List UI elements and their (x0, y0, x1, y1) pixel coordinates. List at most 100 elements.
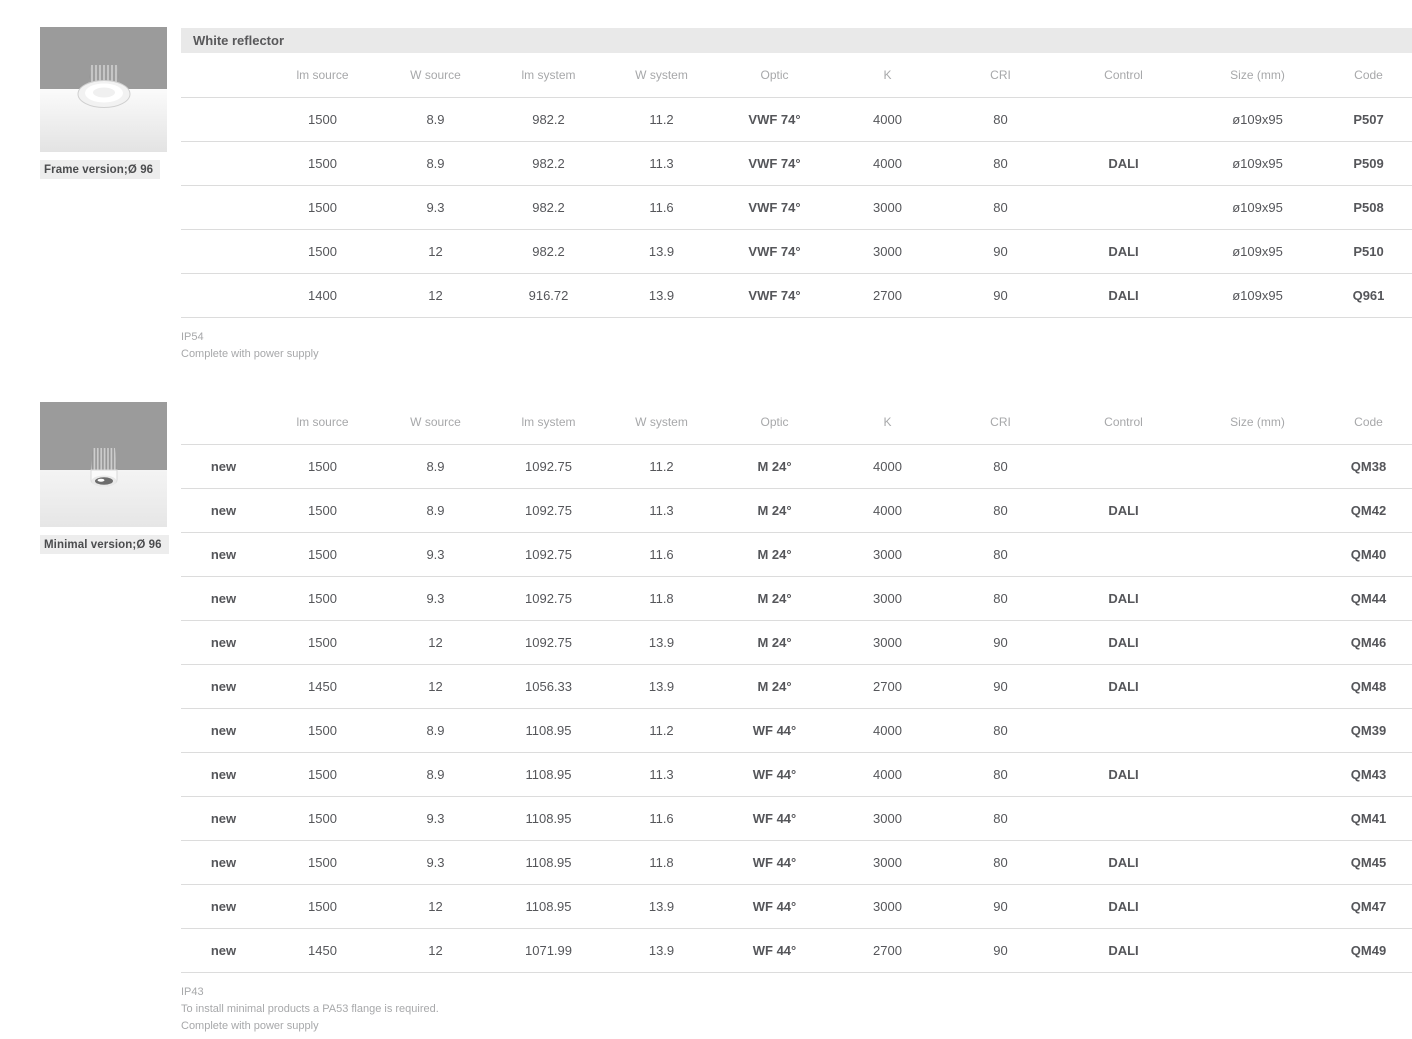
cell-optic: M 24° (718, 489, 831, 533)
note-ip-rating: IP43 (181, 984, 1412, 1001)
column-header: K (831, 401, 944, 445)
cell-w-system: 13.9 (605, 273, 718, 317)
cell-k: 3000 (831, 797, 944, 841)
frame-version-figure: Frame version;Ø 96 (40, 27, 167, 179)
cell-new-badge: new (181, 577, 266, 621)
minimal-version-figure: Minimal version;Ø 96 (40, 402, 167, 554)
column-header: lm source (266, 401, 379, 445)
cell-size (1190, 885, 1325, 929)
cell-w-system: 13.9 (605, 621, 718, 665)
frame-version-spec-table: lm sourceW sourcelm systemW systemOpticK… (181, 53, 1412, 318)
cell-w-source: 8.9 (379, 97, 492, 141)
cell-size: ø109x95 (1190, 141, 1325, 185)
table-row: new1500121092.7513.9M 24°300090DALIQM46 (181, 621, 1412, 665)
cell-lm-source: 1500 (266, 489, 379, 533)
cell-optic: WF 44° (718, 753, 831, 797)
cell-lm-source: 1500 (266, 841, 379, 885)
cell-w-source: 12 (379, 929, 492, 973)
cell-cri: 80 (944, 841, 1057, 885)
cell-lm-source: 1450 (266, 929, 379, 973)
cell-size: ø109x95 (1190, 185, 1325, 229)
cell-lm-system: 982.2 (492, 141, 605, 185)
cell-lm-system: 1092.75 (492, 445, 605, 489)
cell-control (1057, 185, 1190, 229)
minimal-version-spec-table: lm sourceW sourcelm systemW systemOpticK… (181, 401, 1412, 974)
cell-optic: WF 44° (718, 885, 831, 929)
cell-lm-source: 1500 (266, 445, 379, 489)
cell-code: QM40 (1325, 533, 1412, 577)
cell-control: DALI (1057, 229, 1190, 273)
cell-w-system: 11.3 (605, 753, 718, 797)
cell-cri: 80 (944, 797, 1057, 841)
cell-w-system: 11.3 (605, 141, 718, 185)
cell-k: 4000 (831, 709, 944, 753)
cell-size (1190, 929, 1325, 973)
cell-cri: 90 (944, 885, 1057, 929)
table-row: new15008.91108.9511.3WF 44°400080DALIQM4… (181, 753, 1412, 797)
cell-new-badge (181, 273, 266, 317)
cell-control: DALI (1057, 841, 1190, 885)
cell-w-source: 12 (379, 229, 492, 273)
cell-lm-source: 1400 (266, 273, 379, 317)
cell-w-source: 12 (379, 273, 492, 317)
cell-code: QM44 (1325, 577, 1412, 621)
table-row: new15009.31092.7511.8M 24°300080DALIQM44 (181, 577, 1412, 621)
cell-size (1190, 797, 1325, 841)
note-flange-requirement: To install minimal products a PA53 flang… (181, 1001, 1412, 1018)
cell-lm-source: 1500 (266, 97, 379, 141)
cell-size (1190, 841, 1325, 885)
column-header: W system (605, 401, 718, 445)
cell-optic: M 24° (718, 665, 831, 709)
cell-k: 4000 (831, 97, 944, 141)
cell-size (1190, 489, 1325, 533)
cell-w-system: 13.9 (605, 229, 718, 273)
column-header: W source (379, 53, 492, 97)
column-header: W system (605, 53, 718, 97)
cell-code: QM48 (1325, 665, 1412, 709)
cell-code: P507 (1325, 97, 1412, 141)
cell-k: 2700 (831, 929, 944, 973)
cell-size (1190, 533, 1325, 577)
cell-lm-system: 1108.95 (492, 753, 605, 797)
table-row: 15008.9982.211.3VWF 74°400080DALIø109x95… (181, 141, 1412, 185)
cell-control: DALI (1057, 885, 1190, 929)
column-header: Control (1057, 53, 1190, 97)
column-header: Size (mm) (1190, 53, 1325, 97)
section-spacer (181, 363, 1412, 401)
cell-cri: 80 (944, 577, 1057, 621)
cell-cri: 80 (944, 185, 1057, 229)
figure-caption: Frame version;Ø 96 (40, 160, 160, 179)
cell-w-system: 13.9 (605, 929, 718, 973)
frame-version-notes: IP54 Complete with power supply (181, 329, 1412, 363)
cell-cri: 80 (944, 97, 1057, 141)
cell-w-system: 11.2 (605, 97, 718, 141)
cell-control: DALI (1057, 489, 1190, 533)
cell-lm-system: 1108.95 (492, 885, 605, 929)
cell-k: 3000 (831, 229, 944, 273)
table-row: 150012982.213.9VWF 74°300090DALIø109x95P… (181, 229, 1412, 273)
cell-k: 4000 (831, 141, 944, 185)
cell-optic: WF 44° (718, 709, 831, 753)
cell-new-badge: new (181, 797, 266, 841)
cell-lm-system: 982.2 (492, 97, 605, 141)
cell-optic: M 24° (718, 533, 831, 577)
cell-control (1057, 97, 1190, 141)
cell-w-system: 11.6 (605, 797, 718, 841)
cell-new-badge: new (181, 885, 266, 929)
cell-w-source: 12 (379, 885, 492, 929)
cell-cri: 90 (944, 229, 1057, 273)
cell-cri: 80 (944, 753, 1057, 797)
cell-cri: 80 (944, 445, 1057, 489)
cell-optic: VWF 74° (718, 141, 831, 185)
table-row: new1450121071.9913.9WF 44°270090DALIQM49 (181, 929, 1412, 973)
column-header: CRI (944, 53, 1057, 97)
column-header: Size (mm) (1190, 401, 1325, 445)
lens-highlight (93, 88, 115, 98)
cell-new-badge: new (181, 841, 266, 885)
cell-w-system: 11.3 (605, 489, 718, 533)
cell-cri: 90 (944, 665, 1057, 709)
cell-cri: 80 (944, 709, 1057, 753)
minimal-downlight-photo (40, 402, 167, 527)
column-header: lm source (266, 53, 379, 97)
cell-control: DALI (1057, 665, 1190, 709)
